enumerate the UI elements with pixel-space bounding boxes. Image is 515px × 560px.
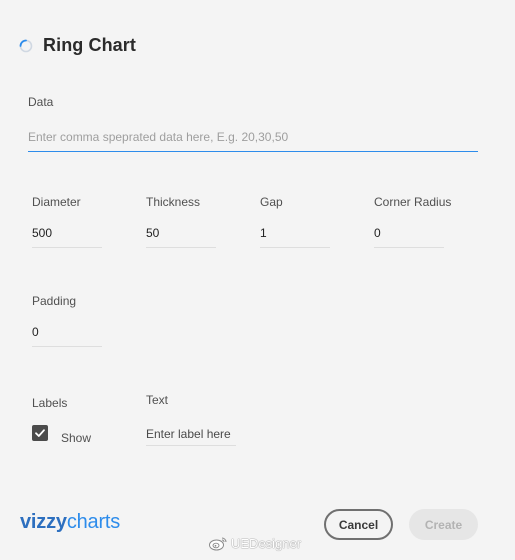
vizzycharts-logo: vizzy charts [20,511,120,534]
logo-bold-text: vizzy [20,511,67,533]
data-label: Data [28,95,54,109]
page-title: Ring Chart [43,35,136,55]
watermark-text: UEDesigner [231,535,302,551]
spinner-icon [19,39,33,52]
weibo-icon [209,537,227,551]
label-text-input[interactable] [146,422,236,446]
cancel-button[interactable]: Cancel [324,509,393,540]
thickness-input[interactable]: 50 [146,222,216,248]
thickness-label: Thickness [146,195,201,209]
show-labels-checkbox[interactable] [32,425,48,441]
gap-label: Gap [260,195,283,209]
diameter-input[interactable]: 500 [32,222,102,248]
dialog-header: Ring Chart [19,35,136,56]
data-input[interactable] [28,122,478,152]
padding-label: Padding [32,294,77,308]
corner-radius-label: Corner Radius [374,195,452,209]
corner-radius-input[interactable]: 0 [374,222,444,248]
watermark: UEDesigner [208,535,301,551]
labels-label: Labels [32,396,68,410]
check-icon [35,429,45,437]
logo-light-text: charts [66,511,121,533]
gap-input[interactable]: 1 [260,222,330,248]
diameter-label: Diameter [32,195,81,209]
text-label: Text [146,393,169,407]
show-checkbox-label[interactable]: Show [61,431,91,445]
padding-input[interactable]: 0 [32,321,102,347]
create-button[interactable]: Create [409,509,478,540]
